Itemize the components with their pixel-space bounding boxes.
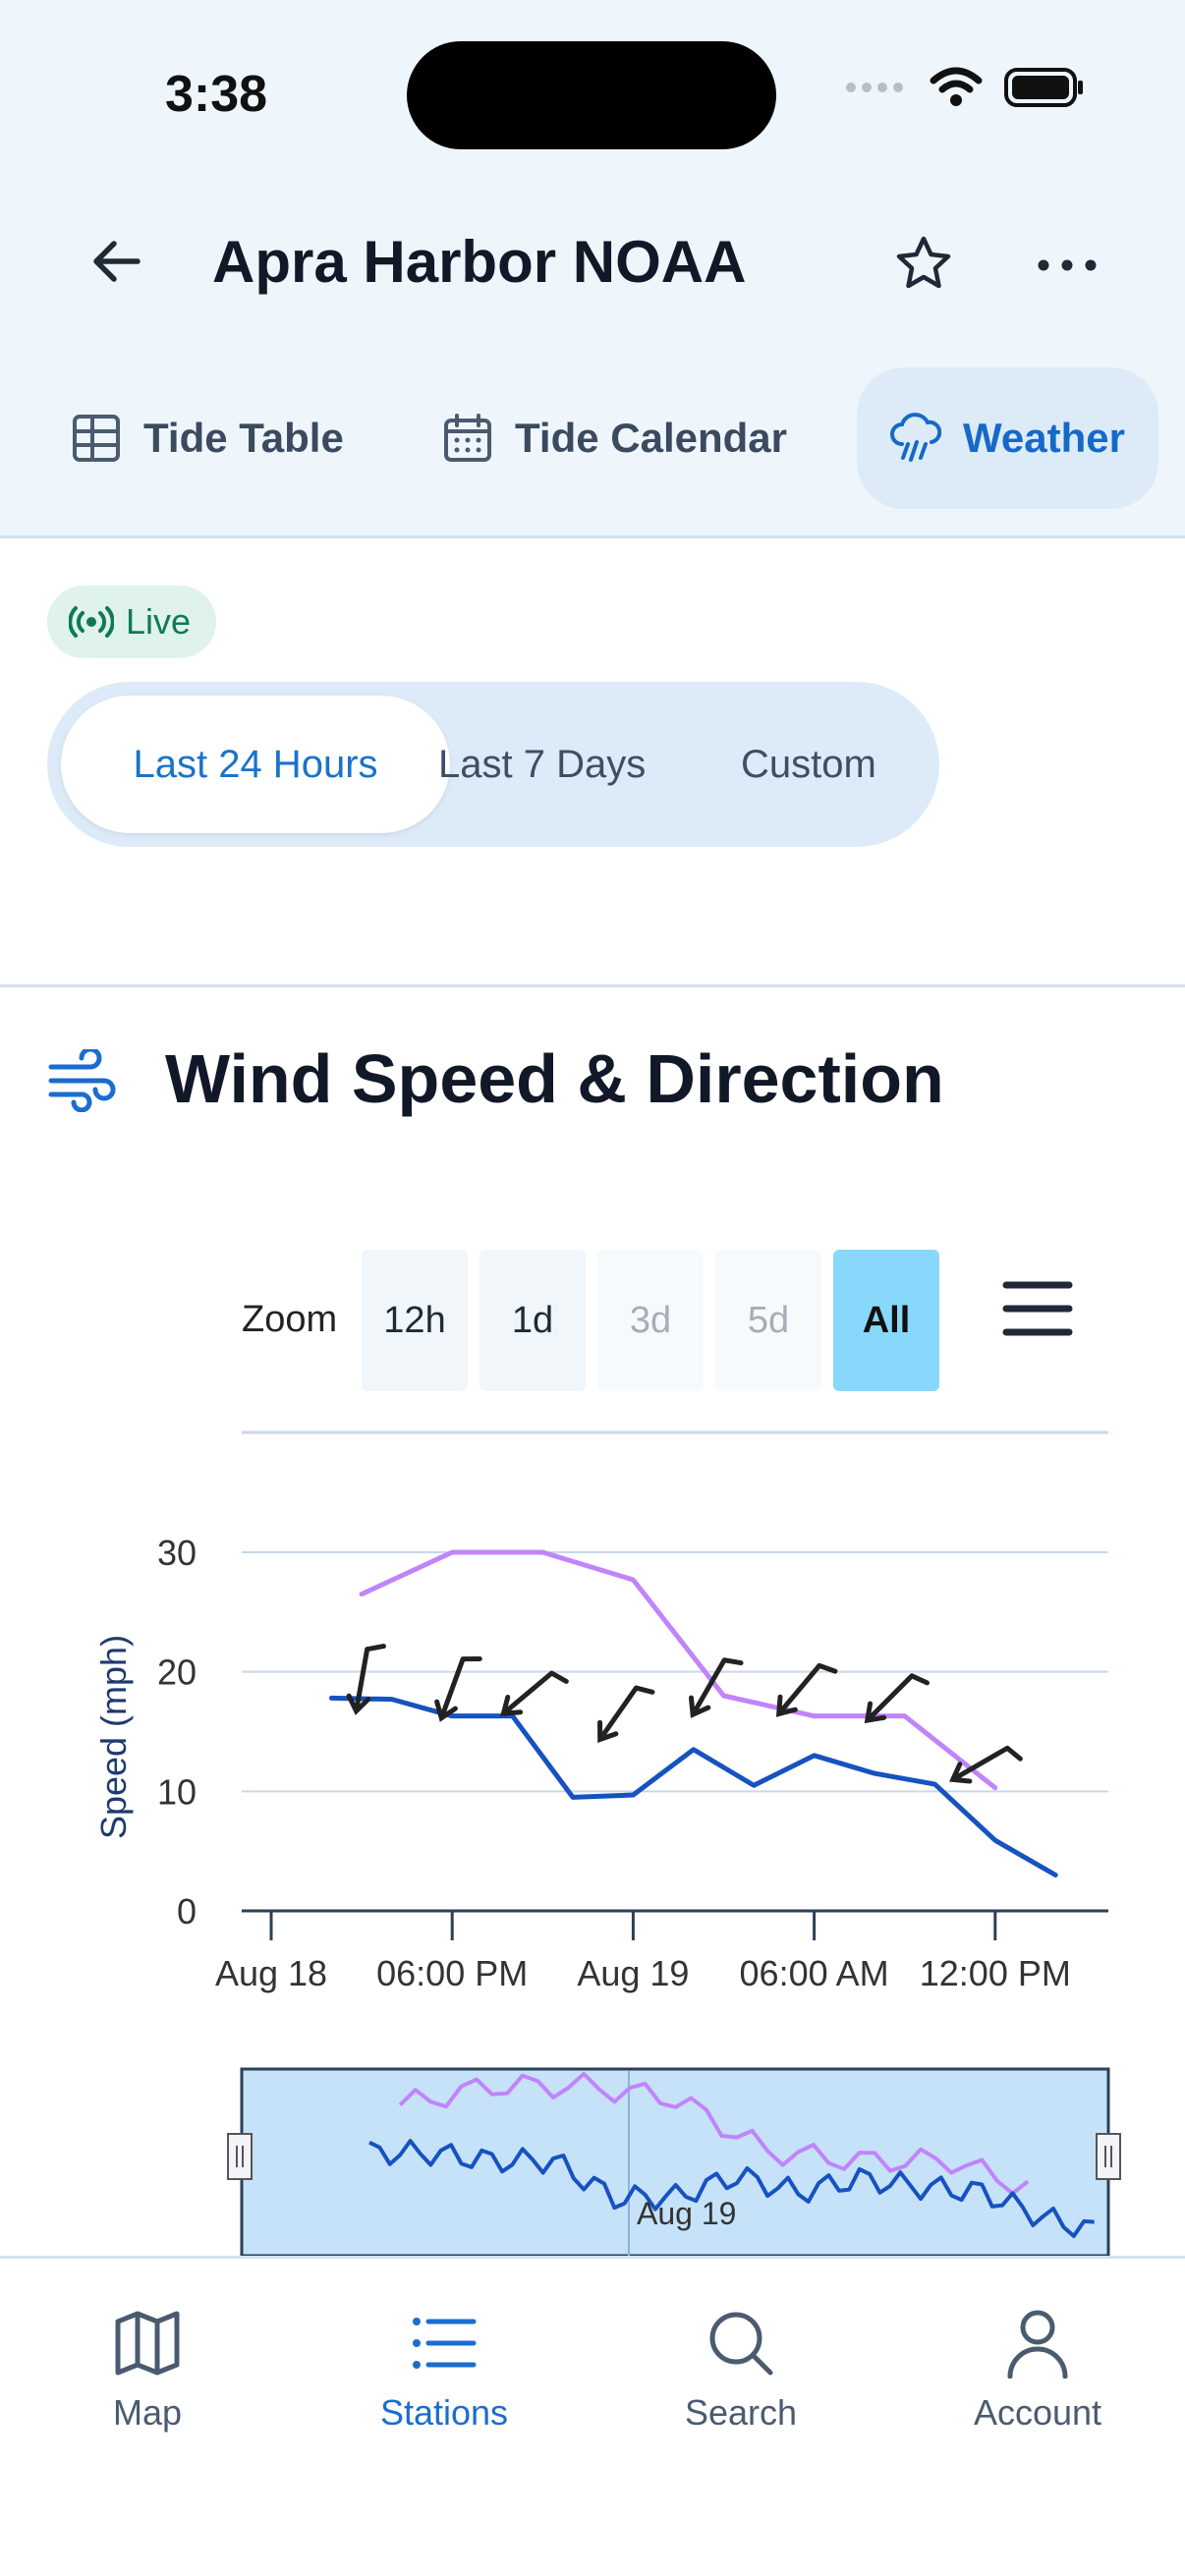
nav-label: Stations	[379, 2392, 509, 2433]
y-tick-label: 20	[157, 1652, 197, 1693]
y-tick-label: 10	[157, 1771, 197, 1812]
nav-stations[interactable]: Stations	[336, 2308, 552, 2434]
x-tick-label: Aug 18	[215, 1953, 327, 1993]
wind-direction-arrow	[346, 1644, 386, 1715]
nav-label: Map	[112, 2392, 183, 2433]
x-tick-label: 06:00 PM	[376, 1953, 528, 1993]
y-tick-label: 30	[157, 1533, 197, 1573]
wind-direction-arrow	[864, 1673, 931, 1724]
navigator-label: Aug 19	[637, 2196, 736, 2231]
x-tick-label: 06:00 AM	[740, 1953, 889, 1993]
user-icon	[1007, 2310, 1068, 2379]
nav-search[interactable]: Search	[633, 2308, 849, 2434]
nav-label: Search	[684, 2392, 798, 2433]
wind-direction-arrow	[597, 1685, 655, 1743]
nav-label: Account	[973, 2392, 1102, 2433]
y-axis-label: Speed (mph)	[93, 1635, 134, 1839]
bottom-nav: Map Stations Search Account	[0, 2256, 1185, 2576]
navigator[interactable]: Aug 19	[227, 2067, 1121, 2258]
x-tick-label: 12:00 PM	[920, 1953, 1071, 1993]
wind-direction-arrow	[434, 1655, 482, 1722]
wind-speed-chart: 0 10 20 30 Aug 18 06:00 PM Aug 19 06:00 AM 12:00…	[93, 1430, 1121, 2258]
navigator-right-handle[interactable]	[1096, 2133, 1121, 2180]
nav-account[interactable]: Account	[930, 2308, 1146, 2434]
wind-direction-arrow	[949, 1745, 1023, 1784]
navigator-left-handle[interactable]	[227, 2133, 253, 2180]
map-icon	[115, 2311, 180, 2376]
x-tick-label: Aug 19	[577, 1953, 689, 1993]
search-icon	[709, 2312, 773, 2376]
series-line-2	[328, 1695, 1058, 1877]
list-icon	[413, 2318, 477, 2369]
y-tick-label: 0	[177, 1891, 197, 1932]
wind-direction-arrow	[688, 1657, 744, 1718]
nav-map[interactable]: Map	[39, 2308, 255, 2434]
